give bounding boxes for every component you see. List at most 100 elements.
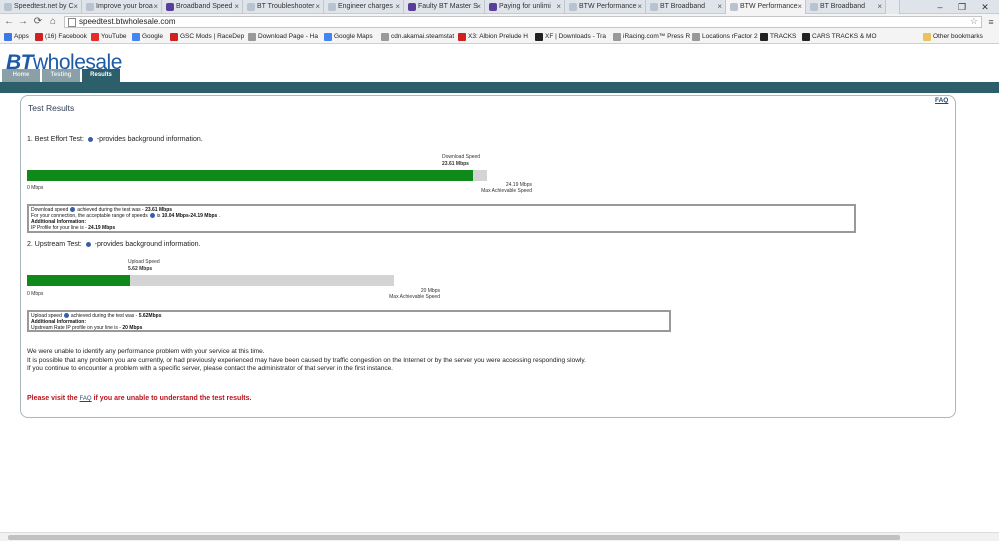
close-icon[interactable]: ×: [395, 0, 400, 14]
bookmark-rfactor[interactable]: Locations rFactor 2: [692, 30, 758, 44]
browser-tab[interactable]: BTW Performance ×: [565, 0, 646, 14]
close-icon[interactable]: ×: [877, 0, 882, 14]
close-icon[interactable]: ×: [234, 0, 239, 14]
browser-tab[interactable]: Broadband Speed ×: [162, 0, 243, 14]
page-icon: [810, 3, 818, 11]
close-window-button[interactable]: ✕: [975, 0, 995, 14]
info-icon[interactable]: [63, 313, 69, 319]
bookmark-tracks[interactable]: TRACKS: [760, 30, 796, 44]
nav-bar: [0, 82, 999, 93]
faq-link[interactable]: FAQ: [935, 97, 948, 104]
browser-tab[interactable]: Speedtest.net by C ×: [0, 0, 82, 14]
globe-icon: [4, 3, 12, 11]
scrollbar-thumb[interactable]: [8, 535, 900, 540]
bookmark-iracing[interactable]: iRacing.com™ Press R: [613, 30, 690, 44]
upload-speed-fill: [27, 275, 130, 286]
maps-icon: [324, 33, 332, 41]
site-header: BTwholesale: [0, 44, 999, 82]
back-icon[interactable]: ←: [2, 15, 16, 29]
upload-speed-label: Upload Speed 5.62 Mbps: [128, 259, 160, 272]
new-tab-button[interactable]: [886, 0, 900, 14]
page-icon: [730, 3, 738, 11]
upload-speed-bar: [27, 275, 394, 286]
upload-scale-min: 0 Mbps: [27, 291, 44, 297]
result-message: It is possible that any problem you are …: [27, 357, 586, 364]
browser-tab[interactable]: Engineer charges ×: [324, 0, 404, 14]
page-icon: [381, 33, 389, 41]
reload-icon[interactable]: ⟳: [31, 15, 45, 29]
close-icon[interactable]: ×: [637, 0, 642, 14]
faq-prompt-link[interactable]: FAQ: [80, 396, 92, 402]
nav-tab-testing[interactable]: Testing: [42, 69, 81, 82]
close-icon[interactable]: ×: [315, 0, 320, 14]
info-icon[interactable]: [149, 213, 155, 219]
tracks-icon: [760, 33, 768, 41]
bookmark-x3[interactable]: X3: Albion Prelude H: [458, 30, 528, 44]
bookmark-apps[interactable]: Apps: [4, 30, 29, 44]
menu-icon[interactable]: ≡: [985, 15, 997, 29]
tab-strip: Speedtest.net by C × Improve your broa × B…: [0, 0, 999, 14]
upload-info-box: Upload speed achieved during the test was…: [27, 310, 671, 332]
download-scale-min: 0 Mbps: [27, 185, 44, 191]
gsc-icon: [170, 33, 178, 41]
upload-scale-max: 20 Mbps Max Achievable Speed: [389, 288, 440, 300]
browser-tab[interactable]: BT Troubleshooter ×: [243, 0, 324, 14]
maximize-button[interactable]: ❐: [952, 0, 972, 14]
result-message: We were unable to identify any performan…: [27, 348, 265, 355]
nav-tab-results[interactable]: Results: [82, 69, 121, 82]
browser-tab[interactable]: BT Broadband ×: [646, 0, 726, 14]
download-info-box: Download speed achieved during the test w…: [27, 204, 856, 233]
bookmark-cars-tracks[interactable]: CARS TRACKS & MO: [802, 30, 877, 44]
bookmark-download-page[interactable]: Download Page - Ha: [248, 30, 318, 44]
upload-speed-value: 5.62 Mbps: [128, 266, 153, 272]
close-icon[interactable]: ×: [556, 0, 561, 14]
bt-icon: [408, 3, 416, 11]
download-speed-value: 23.61 Mbps: [442, 161, 469, 167]
close-icon[interactable]: ×: [717, 0, 722, 14]
youtube-icon: [91, 33, 99, 41]
bookmark-akamai[interactable]: cdn.akamai.steamstat: [381, 30, 454, 44]
info-icon[interactable]: [70, 207, 76, 213]
x3-icon: [458, 33, 466, 41]
result-message: If you continue to encounter a problem w…: [27, 365, 393, 372]
download-test-heading: 1. Best Effort Test: -provides backgroun…: [27, 136, 203, 143]
bookmark-xf-downloads[interactable]: XF | Downloads - Tra: [535, 30, 606, 44]
close-icon[interactable]: ×: [153, 0, 158, 14]
close-icon[interactable]: ×: [73, 0, 78, 14]
browser-tab[interactable]: BT Broadband ×: [806, 0, 886, 14]
forward-icon[interactable]: →: [16, 15, 30, 29]
apps-grid-icon: [4, 33, 12, 41]
close-icon[interactable]: ×: [797, 0, 802, 14]
bookmark-facebook[interactable]: (16) Facebook: [35, 30, 87, 44]
browser-tab-active[interactable]: BTW Performance ×: [726, 0, 806, 14]
nav-tab-home[interactable]: Home: [2, 69, 41, 82]
bookmarks-bar: Apps (16) Facebook YouTube Google GSC Mo…: [0, 30, 999, 44]
bookmark-google-maps[interactable]: Google Maps: [324, 30, 373, 44]
bookmark-google[interactable]: Google: [132, 30, 163, 44]
browser-tab[interactable]: Paying for unlimi ×: [485, 0, 565, 14]
home-icon[interactable]: ⌂: [46, 15, 60, 29]
rfactor-icon: [692, 33, 700, 41]
bookmark-other[interactable]: Other bookmarks: [923, 30, 983, 44]
download-speed-fill: [27, 170, 473, 181]
google-icon: [132, 33, 140, 41]
info-icon[interactable]: [87, 136, 93, 142]
page-title: Test Results: [28, 103, 75, 113]
close-icon[interactable]: ×: [476, 0, 481, 14]
info-icon[interactable]: [85, 241, 91, 247]
url-text: speedtest.btwholesale.com: [79, 17, 176, 26]
bookmark-star-icon[interactable]: ☆: [970, 16, 978, 27]
bookmark-youtube[interactable]: YouTube: [91, 30, 127, 44]
page-icon: [86, 3, 94, 11]
download-speed-label: Download Speed 23.61 Mbps: [442, 154, 481, 167]
page-icon: [247, 3, 255, 11]
browser-tab[interactable]: Improve your broa ×: [82, 0, 162, 14]
download-speed-bar: [27, 170, 487, 181]
bt-icon: [166, 3, 174, 11]
minimize-button[interactable]: –: [930, 0, 950, 14]
browser-tab[interactable]: Faulty BT Master S ×: [404, 0, 485, 14]
horizontal-scrollbar[interactable]: [0, 532, 999, 541]
faq-prompt: Please visit the FAQ if you are unable t…: [27, 395, 252, 402]
address-input[interactable]: speedtest.btwholesale.com ☆: [64, 16, 982, 28]
bookmark-gsc-mods[interactable]: GSC Mods | RaceDep: [170, 30, 244, 44]
